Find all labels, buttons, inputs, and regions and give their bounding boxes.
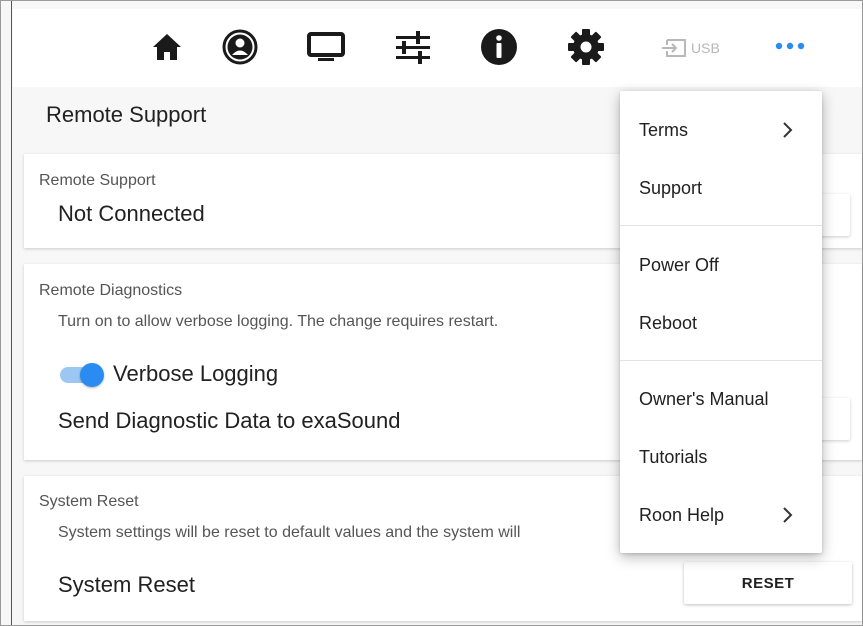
overflow-menu: Terms Support Power Off Reboot Owner's M… (620, 91, 822, 553)
gear-icon[interactable] (566, 25, 606, 69)
page-title: Remote Support (46, 102, 207, 127)
top-nav-bar: USB (13, 9, 862, 87)
menu-divider (620, 225, 822, 226)
app-frame: USB Remote Support Remote Support Not Co… (0, 0, 863, 626)
sliders-icon[interactable] (393, 25, 433, 69)
user-icon[interactable] (220, 25, 260, 69)
menu-divider (620, 360, 822, 361)
chevron-right-icon (783, 507, 793, 523)
more-options-icon[interactable] (770, 31, 810, 61)
usb-input-icon (662, 39, 686, 57)
menu-item-terms[interactable]: Terms (620, 110, 822, 150)
toggle-thumb (80, 363, 104, 387)
menu-item-label: Reboot (639, 312, 698, 333)
verbose-logging-toggle[interactable] (60, 361, 104, 387)
menu-item-label: Tutorials (639, 446, 708, 467)
menu-item-support[interactable]: Support (620, 168, 822, 208)
home-icon[interactable] (147, 25, 187, 69)
menu-item-label: Roon Help (639, 504, 725, 525)
card-description: Turn on to allow verbose logging. The ch… (58, 313, 499, 330)
menu-item-label: Support (639, 177, 703, 198)
reset-button[interactable]: RESET (684, 562, 852, 604)
menu-item-power-off[interactable]: Power Off (620, 245, 822, 285)
menu-item-label: Terms (639, 119, 688, 140)
menu-item-label: Owner's Manual (639, 388, 769, 409)
chevron-right-icon (783, 122, 793, 138)
toggle-label: Verbose Logging (113, 361, 279, 386)
connection-status: Not Connected (58, 201, 205, 226)
info-icon[interactable] (479, 25, 519, 69)
menu-item-owners-manual[interactable]: Owner's Manual (620, 379, 822, 419)
menu-item-tutorials[interactable]: Tutorials (620, 437, 822, 477)
usb-label: USB (691, 40, 720, 56)
card-caption: Remote Diagnostics (39, 282, 183, 299)
menu-item-reboot[interactable]: Reboot (620, 303, 822, 343)
card-description: System settings will be reset to default… (58, 524, 521, 541)
system-reset-label: System Reset (58, 572, 195, 597)
menu-item-label: Power Off (639, 254, 719, 275)
menu-item-roon-help[interactable]: Roon Help (620, 495, 822, 535)
monitor-icon[interactable] (306, 25, 346, 69)
send-diagnostic-label: Send Diagnostic Data to exaSound (58, 408, 401, 433)
card-caption: Remote Support (39, 172, 156, 189)
card-caption: System Reset (39, 493, 139, 510)
usb-button[interactable]: USB (661, 35, 720, 61)
